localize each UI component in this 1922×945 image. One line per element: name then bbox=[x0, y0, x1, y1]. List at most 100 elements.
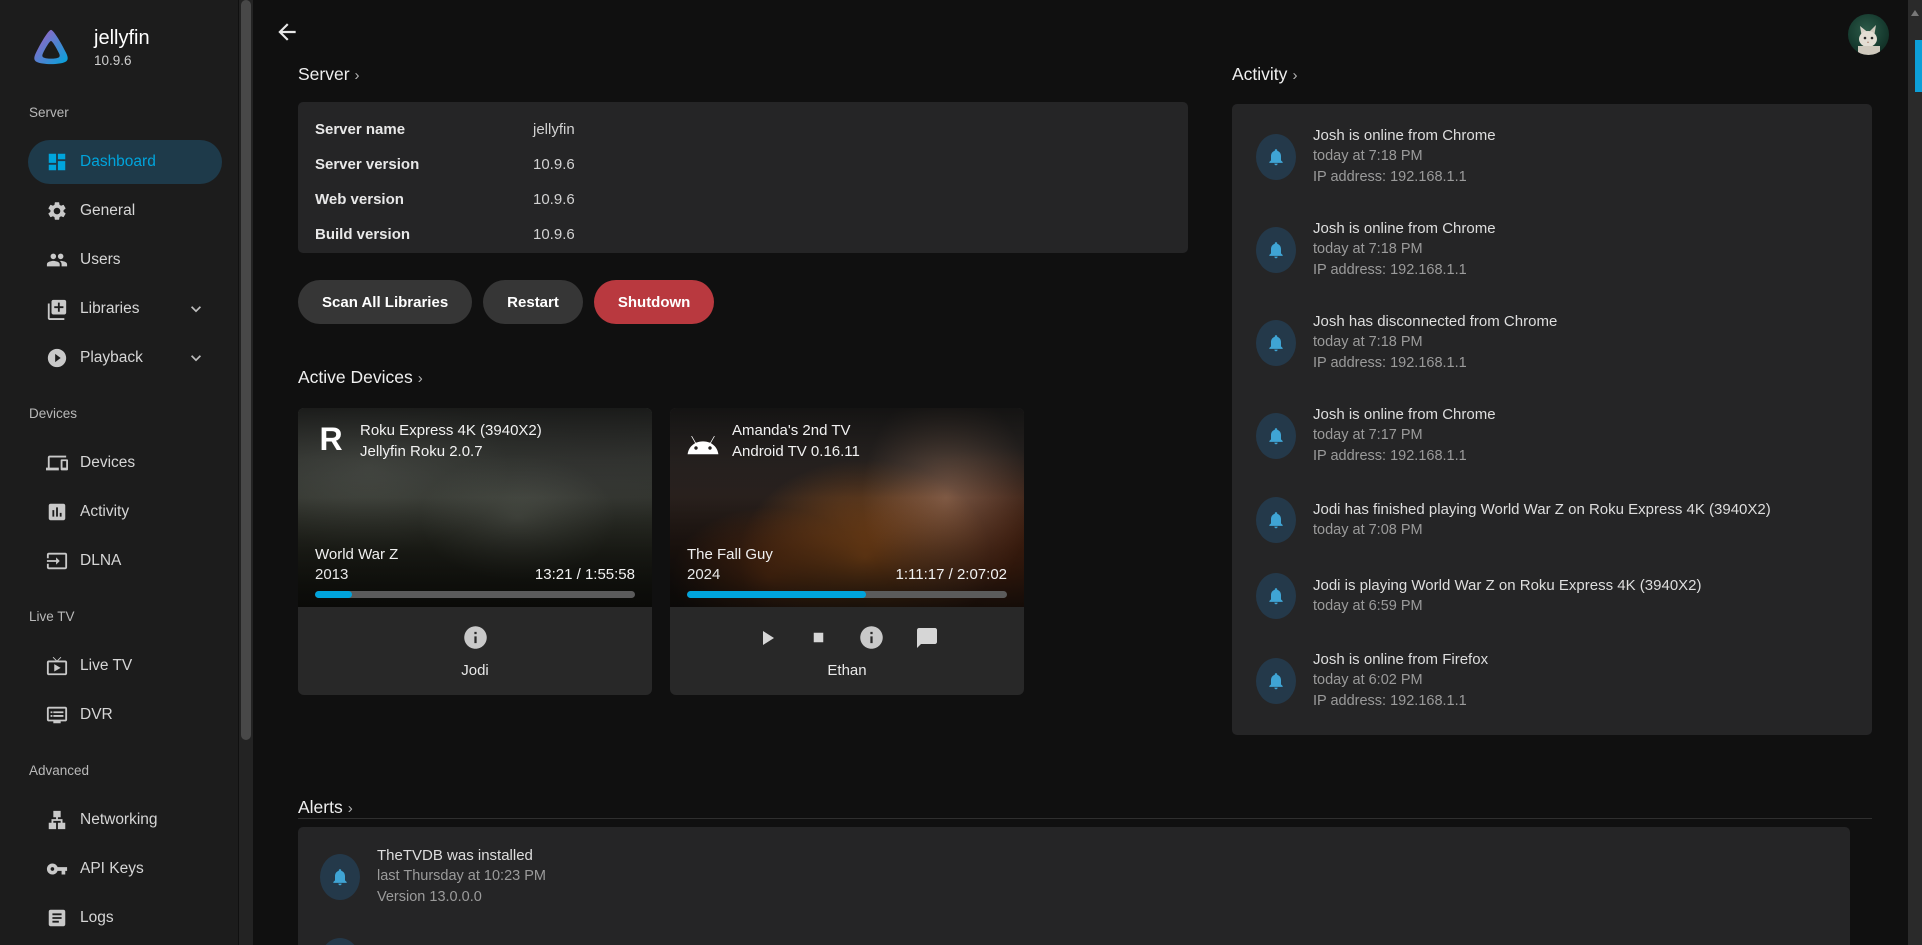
sidebar-item-devices[interactable]: Devices bbox=[0, 441, 238, 485]
sidebar-item-users[interactable]: Users bbox=[0, 238, 238, 282]
logs-icon bbox=[46, 907, 68, 929]
alerts-heading[interactable]: Alerts› bbox=[298, 797, 353, 818]
android-icon bbox=[684, 420, 722, 458]
sidebar-item-logs[interactable]: Logs bbox=[0, 896, 238, 940]
activity-item: Josh has disconnected from Chrome today … bbox=[1256, 311, 1848, 374]
device-card-roku[interactable]: R Roku Express 4K (3940X2) Jellyfin Roku… bbox=[298, 408, 652, 695]
playback-progress-bar bbox=[687, 591, 1007, 598]
activity-item: Jodi is playing World War Z on Roku Expr… bbox=[1256, 573, 1848, 619]
page-scrollbar[interactable] bbox=[1908, 0, 1922, 945]
sidebar-section-livetv: Live TV bbox=[29, 609, 75, 624]
playback-progress-fill bbox=[687, 591, 866, 598]
now-playing-backdrop: Amanda's 2nd TV Android TV 0.16.11 The F… bbox=[670, 408, 1024, 607]
heading-chevron-icon: › bbox=[355, 67, 360, 84]
back-button[interactable] bbox=[274, 19, 302, 47]
playback-icon bbox=[46, 347, 68, 369]
stop-icon[interactable] bbox=[809, 628, 828, 647]
sidebar-item-dashboard[interactable]: Dashboard bbox=[0, 140, 238, 184]
info-icon[interactable] bbox=[858, 624, 885, 651]
server-section-heading[interactable]: Server› bbox=[298, 64, 360, 85]
scan-all-libraries-button[interactable]: Scan All Libraries bbox=[298, 280, 472, 324]
media-year: 2024 bbox=[687, 565, 720, 585]
dvr-icon bbox=[46, 704, 68, 726]
play-icon[interactable] bbox=[755, 626, 779, 650]
dlna-icon bbox=[46, 550, 68, 572]
sidebar-item-playback[interactable]: Playback bbox=[0, 336, 238, 380]
alerts-divider bbox=[298, 818, 1872, 819]
media-title: World War Z bbox=[315, 545, 635, 565]
live-tv-icon bbox=[46, 655, 68, 677]
sidebar: jellyfin 10.9.6 Server Dashboard General… bbox=[0, 0, 238, 945]
jellyfin-logo-icon bbox=[30, 26, 72, 68]
activity-item: Josh is online from Firefox today at 6:0… bbox=[1256, 649, 1848, 712]
app-logo-row: jellyfin 10.9.6 bbox=[30, 26, 150, 68]
sidebar-item-dvr[interactable]: DVR bbox=[0, 693, 238, 737]
restart-button[interactable]: Restart bbox=[483, 280, 583, 324]
app-version: 10.9.6 bbox=[94, 53, 150, 68]
bell-icon bbox=[1256, 134, 1296, 180]
device-name: Roku Express 4K (3940X2) bbox=[360, 420, 542, 441]
media-title: The Fall Guy bbox=[687, 545, 1007, 565]
server-info-card: Server name jellyfin Server version 10.9… bbox=[298, 102, 1188, 253]
build-version-row: Build version 10.9.6 bbox=[298, 217, 1188, 252]
page-scrollbar-thumb[interactable] bbox=[1915, 40, 1922, 92]
web-version-row: Web version 10.9.6 bbox=[298, 182, 1188, 217]
info-icon[interactable] bbox=[462, 624, 489, 651]
message-icon[interactable] bbox=[915, 626, 939, 650]
bell-icon bbox=[1256, 658, 1296, 704]
jellyfin-dashboard: jellyfin 10.9.6 Server Dashboard General… bbox=[0, 0, 1922, 945]
gear-icon bbox=[46, 200, 68, 222]
sidebar-section-advanced: Advanced bbox=[29, 763, 89, 778]
sidebar-item-libraries[interactable]: Libraries bbox=[0, 287, 238, 331]
sidebar-section-server: Server bbox=[29, 105, 69, 120]
sidebar-scrollbar-thumb[interactable] bbox=[241, 0, 251, 740]
bell-icon bbox=[1256, 227, 1296, 273]
playback-time: 13:21 / 1:55:58 bbox=[535, 565, 635, 585]
activity-heading[interactable]: Activity› bbox=[1232, 64, 1297, 85]
session-user: Jodi bbox=[461, 662, 489, 679]
activity-log-card: Josh is online from Chrome today at 7:18… bbox=[1232, 104, 1872, 735]
device-name: Amanda's 2nd TV bbox=[732, 420, 860, 441]
bell-icon bbox=[1256, 497, 1296, 543]
heading-chevron-icon: › bbox=[348, 800, 353, 817]
sidebar-item-live-tv[interactable]: Live TV bbox=[0, 644, 238, 688]
activity-item: Josh is online from Chrome today at 7:17… bbox=[1256, 404, 1848, 467]
media-year: 2013 bbox=[315, 565, 348, 585]
activity-item: Jodi has finished playing World War Z on… bbox=[1256, 497, 1848, 543]
sidebar-item-general[interactable]: General bbox=[0, 189, 238, 233]
heading-chevron-icon: › bbox=[1292, 67, 1297, 84]
server-version-row: Server version 10.9.6 bbox=[298, 147, 1188, 182]
bell-icon bbox=[1256, 320, 1296, 366]
cat-avatar-image bbox=[1848, 14, 1889, 55]
playback-time: 1:11:17 / 2:07:02 bbox=[896, 565, 1007, 585]
activity-item: Josh is online from Chrome today at 7:18… bbox=[1256, 218, 1848, 281]
playback-progress-fill bbox=[315, 591, 352, 598]
sidebar-item-api-keys[interactable]: API Keys bbox=[0, 847, 238, 891]
shutdown-button[interactable]: Shutdown bbox=[594, 280, 714, 324]
active-device-cards: R Roku Express 4K (3940X2) Jellyfin Roku… bbox=[298, 408, 1024, 695]
alert-item: TheTVDB was installed last Thursday at 1… bbox=[320, 845, 1828, 908]
session-user: Ethan bbox=[827, 662, 866, 679]
playback-progress-bar bbox=[315, 591, 635, 598]
api-keys-icon bbox=[46, 858, 68, 880]
scroll-up-arrow-icon[interactable] bbox=[1911, 10, 1919, 16]
now-playing-backdrop: R Roku Express 4K (3940X2) Jellyfin Roku… bbox=[298, 408, 652, 607]
active-devices-heading[interactable]: Active Devices› bbox=[298, 367, 423, 388]
alert-item: AniDB was installed bbox=[320, 938, 1828, 945]
chevron-down-icon bbox=[186, 348, 206, 368]
client-version: Jellyfin Roku 2.0.7 bbox=[360, 441, 542, 462]
roku-icon: R bbox=[312, 420, 350, 458]
bell-icon bbox=[320, 938, 360, 945]
activity-item: Josh is online from Chrome today at 7:18… bbox=[1256, 125, 1848, 188]
sidebar-scrollbar[interactable] bbox=[239, 0, 253, 945]
device-card-android-tv[interactable]: Amanda's 2nd TV Android TV 0.16.11 The F… bbox=[670, 408, 1024, 695]
chevron-down-icon bbox=[186, 299, 206, 319]
server-actions: Scan All Libraries Restart Shutdown bbox=[298, 280, 714, 324]
sidebar-item-activity[interactable]: Activity bbox=[0, 490, 238, 534]
activity-icon bbox=[46, 501, 68, 523]
bell-icon bbox=[1256, 413, 1296, 459]
bell-icon bbox=[320, 854, 360, 900]
sidebar-item-networking[interactable]: Networking bbox=[0, 798, 238, 842]
user-avatar[interactable] bbox=[1848, 14, 1889, 55]
sidebar-item-dlna[interactable]: DLNA bbox=[0, 539, 238, 583]
